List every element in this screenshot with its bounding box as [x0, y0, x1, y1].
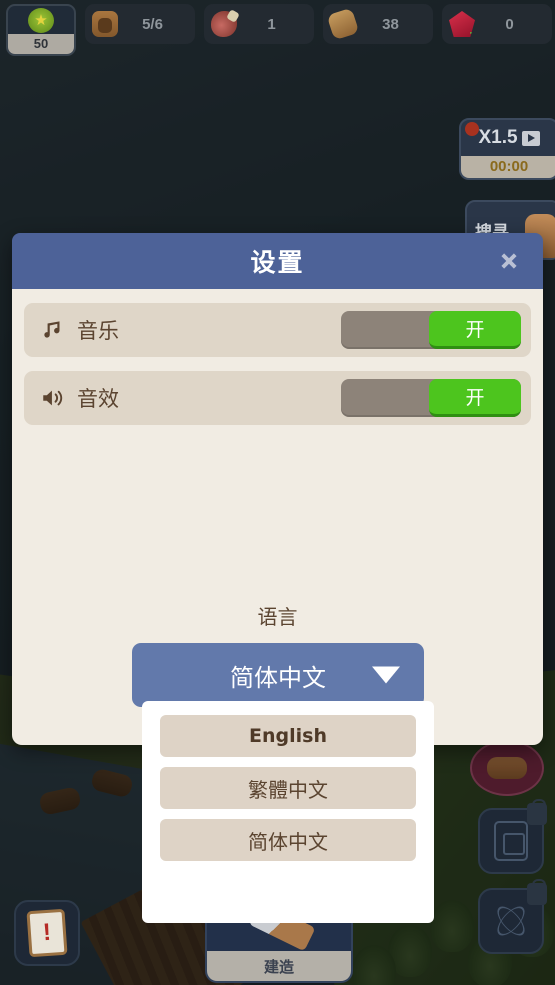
music-note-icon — [40, 317, 66, 343]
notification-dot-icon — [465, 122, 479, 136]
food-value: 1 — [267, 15, 276, 33]
wood-log-icon — [326, 7, 360, 41]
wood-log-icon — [487, 757, 527, 779]
speed-boost-widget[interactable]: X1.5 00:00 — [459, 118, 555, 180]
setting-music-label: 音乐 — [77, 320, 119, 343]
language-dropdown: 简体中文 English 繁體中文 简体中文 — [132, 643, 434, 923]
setting-music-left: 音乐 — [40, 315, 341, 345]
language-dropdown-trigger[interactable]: 简体中文 — [132, 643, 424, 707]
quest-button[interactable]: ! — [14, 900, 80, 966]
clipboard-alert-icon: ! — [26, 908, 68, 958]
star-medal-icon: ★ — [28, 8, 54, 33]
setting-sound-left: 音效 — [40, 383, 341, 413]
alert-mark: ! — [42, 918, 52, 947]
language-option-english[interactable]: English — [160, 715, 416, 757]
wood-value: 38 — [382, 15, 399, 33]
resource-chip-food[interactable]: 1 — [204, 4, 314, 44]
level-badge[interactable]: ★ 50 — [6, 4, 76, 56]
music-toggle[interactable]: 开 — [341, 311, 521, 349]
person-icon — [92, 11, 118, 37]
gem-icon — [449, 11, 475, 37]
gem-value: 0 — [505, 15, 514, 33]
boost-multiplier-label: X1.5 — [478, 127, 518, 148]
top-resource-bar: ★ 50 5/6 1 38 0 — [0, 0, 555, 56]
language-options-panel: English 繁體中文 简体中文 — [142, 701, 434, 923]
resource-chip-population[interactable]: 5/6 — [85, 4, 195, 44]
population-value: 5/6 — [142, 15, 163, 33]
resource-chip-gems[interactable]: 0 — [442, 4, 552, 44]
video-ad-icon — [521, 130, 540, 146]
language-option-simplified-chinese[interactable]: 简体中文 — [160, 819, 416, 861]
cards-button[interactable] — [478, 799, 547, 874]
music-toggle-knob: 开 — [429, 311, 521, 349]
language-selected-value: 简体中文 — [230, 664, 326, 692]
cards-icon — [494, 821, 528, 861]
wood-request-bubble — [470, 740, 544, 796]
meat-icon — [211, 11, 237, 37]
close-icon[interactable] — [495, 247, 523, 275]
build-button-label: 建造 — [207, 951, 351, 981]
setting-row-music: 音乐 开 — [24, 303, 531, 357]
atom-icon — [491, 901, 531, 941]
page-title: 设置 — [250, 249, 305, 277]
lock-icon — [527, 879, 547, 905]
dialog-header: 设置 — [12, 233, 543, 289]
language-label: 语言 — [257, 607, 298, 629]
sound-toggle[interactable]: 开 — [341, 379, 521, 417]
setting-sound-label: 音效 — [77, 388, 119, 411]
research-button[interactable] — [478, 879, 547, 954]
boost-timer: 00:00 — [461, 156, 555, 178]
resource-chip-wood[interactable]: 38 — [323, 4, 433, 44]
sound-toggle-knob: 开 — [429, 379, 521, 417]
speaker-icon — [40, 385, 66, 411]
language-option-traditional-chinese[interactable]: 繁體中文 — [160, 767, 416, 809]
level-value: 50 — [8, 34, 74, 54]
lock-icon — [527, 799, 547, 825]
chevron-down-icon — [372, 666, 400, 684]
setting-row-sound: 音效 开 — [24, 371, 531, 425]
settings-dialog: 设置 音乐 开 音效 开 语言 简体中文 English 繁體中文 简体中文 — [12, 233, 543, 923]
